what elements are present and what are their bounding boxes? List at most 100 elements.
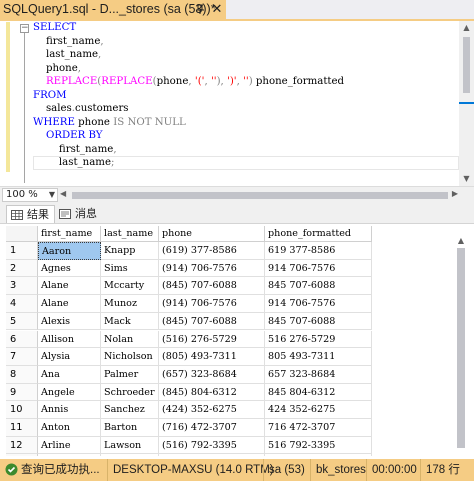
cell-first-name[interactable]: Anton: [38, 419, 101, 437]
scroll-right-icon[interactable]: ▶: [452, 189, 458, 198]
row-number[interactable]: 1: [6, 242, 38, 260]
editor-horizontal-scrollbar[interactable]: ◀ ▶: [60, 189, 458, 202]
table-row[interactable]: 1 Aaron Knapp (619) 377-8586 619 377-8586: [6, 242, 372, 260]
code-line[interactable]: WHERE phone IS NOT NULL: [33, 116, 344, 130]
column-header-phone[interactable]: phone: [159, 226, 265, 242]
scroll-up-icon[interactable]: ▲: [459, 21, 474, 35]
cell-phone-formatted[interactable]: 619 262-7979: [265, 454, 372, 456]
row-number[interactable]: 6: [6, 330, 38, 349]
cell-first-name[interactable]: Allison: [38, 330, 101, 349]
row-number[interactable]: 3: [6, 277, 38, 296]
cell-phone[interactable]: (424) 352-6275: [159, 401, 265, 419]
cell-phone[interactable]: (619) 262-7979: [159, 454, 265, 456]
sql-editor[interactable]: − SELECT first_name, last_name, phone, R…: [0, 21, 474, 186]
code-line[interactable]: last_name;: [33, 156, 344, 170]
cell-last-name[interactable]: Sims: [101, 259, 159, 278]
cell-phone-formatted[interactable]: 424 352-6275: [265, 401, 372, 419]
cell-phone[interactable]: (716) 472-3707: [159, 419, 265, 437]
cell-phone-formatted[interactable]: 914 706-7576: [265, 259, 372, 278]
table-row[interactable]: 6 Allison Nolan (516) 276-5729 516 276-5729: [6, 330, 372, 349]
cell-last-name[interactable]: Mack: [101, 312, 159, 331]
cell-last-name[interactable]: Nolan: [101, 330, 159, 349]
scroll-left-icon[interactable]: ◀: [60, 189, 66, 198]
cell-last-name[interactable]: Nicholson: [101, 348, 159, 366]
column-header-last-name[interactable]: last_name: [101, 226, 159, 242]
code-line[interactable]: first_name,: [33, 35, 344, 49]
table-row[interactable]: 12 Arline Lawson (516) 792-3395 516 792-3395: [6, 436, 372, 455]
row-number[interactable]: 8: [6, 365, 38, 384]
scroll-thumb[interactable]: [72, 192, 448, 199]
code-line[interactable]: first_name,: [33, 143, 344, 157]
table-row[interactable]: 10 Annis Sanchez (424) 352-6275 424 352-6275: [6, 401, 372, 419]
scroll-thumb[interactable]: [457, 248, 465, 448]
row-number[interactable]: 13: [6, 454, 38, 456]
code-line[interactable]: FROM: [33, 89, 344, 103]
code-line[interactable]: last_name,: [33, 48, 344, 62]
cell-last-name[interactable]: Mccarty: [101, 277, 159, 296]
cell-first-name[interactable]: Arline: [38, 436, 101, 455]
cell-phone[interactable]: (845) 707-6088: [159, 312, 265, 331]
tab-messages[interactable]: 消息: [55, 205, 102, 223]
cell-last-name[interactable]: Barton: [101, 419, 159, 437]
cell-first-name[interactable]: Alysia: [38, 348, 101, 366]
cell-phone[interactable]: (657) 323-8684: [159, 365, 265, 384]
cell-phone[interactable]: (516) 276-5729: [159, 330, 265, 349]
cell-phone-formatted[interactable]: 516 276-5729: [265, 330, 372, 349]
row-number[interactable]: 12: [6, 436, 38, 455]
cell-phone-formatted[interactable]: 516 792-3395: [265, 436, 372, 455]
cell-first-name[interactable]: Aaron: [38, 242, 101, 260]
row-number[interactable]: 2: [6, 259, 38, 278]
cell-phone[interactable]: (914) 706-7576: [159, 259, 265, 278]
row-number[interactable]: 5: [6, 312, 38, 331]
column-header-phone-formatted[interactable]: phone_formatted: [265, 226, 372, 242]
cell-last-name[interactable]: Palmer: [101, 365, 159, 384]
cell-last-name[interactable]: Osborn: [101, 454, 159, 456]
cell-phone[interactable]: (914) 706-7576: [159, 295, 265, 313]
table-row[interactable]: 11 Anton Barton (716) 472-3707 716 472-3707: [6, 419, 372, 437]
table-row[interactable]: 9 Angele Schroeder (845) 804-6312 845 804-63…: [6, 383, 372, 402]
code-line[interactable]: phone,: [33, 62, 344, 76]
table-row[interactable]: 8 Ana Palmer (657) 323-8684 657 323-8684: [6, 365, 372, 384]
cell-phone[interactable]: (516) 792-3395: [159, 436, 265, 455]
cell-phone-formatted[interactable]: 845 707-6088: [265, 277, 372, 296]
cell-phone-formatted[interactable]: 845 804-6312: [265, 383, 372, 402]
cell-phone-formatted[interactable]: 914 706-7576: [265, 295, 372, 313]
cell-phone-formatted[interactable]: 716 472-3707: [265, 419, 372, 437]
editor-vertical-scrollbar[interactable]: ▲ ▼: [459, 21, 474, 186]
cell-phone-formatted[interactable]: 619 377-8586: [265, 242, 372, 260]
tab-results[interactable]: 结果: [6, 205, 55, 223]
table-row[interactable]: 2 Agnes Sims (914) 706-7576 914 706-7576: [6, 259, 372, 278]
code-line[interactable]: sales.customers: [33, 102, 344, 116]
row-number[interactable]: 7: [6, 348, 38, 366]
table-row[interactable]: 4 Alane Munoz (914) 706-7576 914 706-7576: [6, 295, 372, 313]
row-number[interactable]: 10: [6, 401, 38, 419]
code-line[interactable]: REPLACE(REPLACE(phone, '(', ''), ')', ''…: [33, 75, 344, 89]
code-line[interactable]: ORDER BY: [33, 129, 344, 143]
cell-last-name[interactable]: Munoz: [101, 295, 159, 313]
close-icon[interactable]: ✕: [210, 1, 224, 17]
grid-vertical-scrollbar[interactable]: ▲: [454, 236, 468, 456]
scroll-up-icon[interactable]: ▲: [454, 236, 468, 245]
collapse-icon[interactable]: −: [20, 24, 29, 33]
cell-phone[interactable]: (845) 804-6312: [159, 383, 265, 402]
cell-phone[interactable]: (805) 493-7311: [159, 348, 265, 366]
cell-first-name[interactable]: Arvilla: [38, 454, 101, 456]
table-row[interactable]: 5 Alexis Mack (845) 707-6088 845 707-6088: [6, 312, 372, 331]
cell-first-name[interactable]: Annis: [38, 401, 101, 419]
row-number[interactable]: 9: [6, 383, 38, 402]
cell-first-name[interactable]: Alane: [38, 295, 101, 313]
cell-phone-formatted[interactable]: 845 707-6088: [265, 312, 372, 331]
cell-first-name[interactable]: Agnes: [38, 259, 101, 278]
cell-first-name[interactable]: Alane: [38, 277, 101, 296]
code-text[interactable]: SELECT first_name, last_name, phone, REP…: [33, 21, 344, 170]
cell-phone-formatted[interactable]: 805 493-7311: [265, 348, 372, 366]
cell-phone[interactable]: (845) 707-6088: [159, 277, 265, 296]
tab-sqlquery1[interactable]: SQLQuery1.sql - D..._stores (sa (53))* ✕: [0, 0, 226, 19]
pin-icon[interactable]: [194, 3, 206, 15]
results-grid[interactable]: first_name last_name phone phone_formatt…: [0, 224, 474, 456]
cell-last-name[interactable]: Knapp: [101, 242, 159, 260]
cell-phone-formatted[interactable]: 657 323-8684: [265, 365, 372, 384]
row-number[interactable]: 11: [6, 419, 38, 437]
cell-first-name[interactable]: Ana: [38, 365, 101, 384]
row-number[interactable]: 4: [6, 295, 38, 313]
